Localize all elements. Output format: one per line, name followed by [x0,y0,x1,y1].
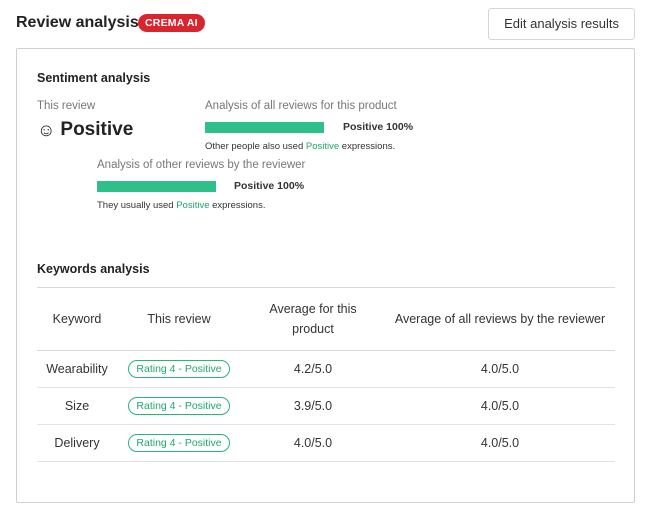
this-review-label: This review [37,100,96,112]
this-review-sentiment: ☺ Positive [37,119,133,141]
product-sentiment-note: Other people also used Positive expressi… [205,141,395,152]
page-title: Review analysis [16,14,139,31]
reviewer-average-cell: 4.0/5.0 [385,424,615,462]
header: Review analysis CREMA AI Edit analysis r… [16,8,635,40]
sentiment-section-title: Sentiment analysis [37,71,151,85]
analysis-panel: Sentiment analysis This review ☺ Positiv… [16,48,635,503]
rating-tag: Rating 4 - Positive [128,434,230,452]
reviewer-analysis-label: Analysis of other reviews by the reviewe… [97,159,306,171]
table-row: Delivery Rating 4 - Positive 4.0/5.0 4.0… [37,424,615,462]
smiley-icon: ☺ [37,119,56,140]
product-note-highlight: Positive [305,141,340,152]
product-average-cell: 4.2/5.0 [241,350,385,388]
header-product-average: Average for this product [241,287,385,351]
header-keyword: Keyword [37,287,117,351]
keywords-table-header-row: Keyword This review Average for this pro… [37,287,615,351]
keyword-cell: Wearability [37,350,117,388]
keyword-cell: Delivery [37,424,117,462]
reviewer-average-cell: 4.0/5.0 [385,387,615,425]
keywords-section-title: Keywords analysis [37,262,150,276]
rating-tag: Rating 4 - Positive [128,397,230,415]
reviewer-note-suffix: expressions. [209,200,266,211]
keyword-cell: Size [37,387,117,425]
product-note-prefix: Other people also used [205,141,306,152]
edit-analysis-button[interactable]: Edit analysis results [488,8,635,40]
rating-cell: Rating 4 - Positive [117,387,241,425]
rating-cell: Rating 4 - Positive [117,350,241,388]
product-average-cell: 3.9/5.0 [241,387,385,425]
reviewer-sentiment-bar [97,181,216,192]
reviewer-sentiment-percent: Positive 100% [234,180,305,192]
rating-tag: Rating 4 - Positive [128,360,230,378]
product-analysis-label: Analysis of all reviews for this product [205,100,397,112]
product-note-suffix: expressions. [339,141,396,152]
this-review-sentiment-value: Positive [60,119,134,140]
keywords-table: Keyword This review Average for this pro… [37,287,615,462]
crema-ai-badge: CREMA AI [138,14,205,32]
table-row: Size Rating 4 - Positive 3.9/5.0 4.0/5.0 [37,387,615,425]
reviewer-note-highlight: Positive [176,200,210,211]
header-this-review: This review [117,287,241,351]
reviewer-average-cell: 4.0/5.0 [385,350,615,388]
header-reviewer-average: Average of all reviews by the reviewer [385,287,615,351]
reviewer-note-prefix: They usually used [97,200,177,211]
product-average-cell: 4.0/5.0 [241,424,385,462]
rating-cell: Rating 4 - Positive [117,424,241,462]
product-sentiment-bar [205,122,324,133]
table-row: Wearability Rating 4 - Positive 4.2/5.0 … [37,350,615,388]
reviewer-sentiment-note: They usually used Positive expressions. [97,200,265,211]
product-sentiment-percent: Positive 100% [343,121,414,133]
